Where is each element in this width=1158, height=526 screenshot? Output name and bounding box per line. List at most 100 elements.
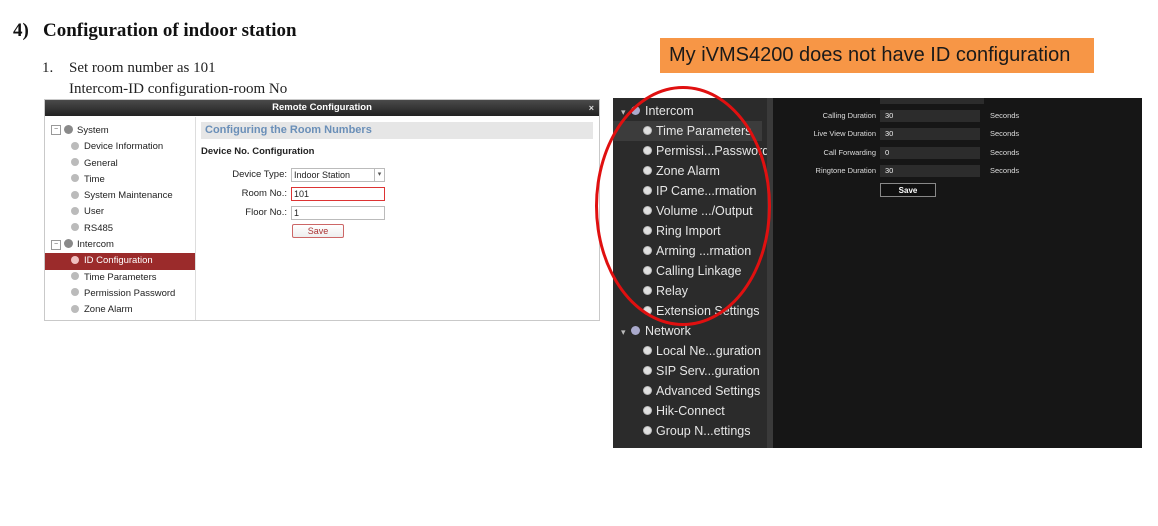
ringtone-duration-input[interactable]: 30 [880,165,980,177]
gear-icon [644,307,651,315]
tree-item-zone-alarm[interactable]: Zone Alarm [45,302,195,318]
tree-label: RS485 [84,222,114,234]
gear-icon [71,190,79,199]
gear-icon [71,288,79,297]
step-instruction: 1. Set room number as 101 Intercom-ID con… [42,58,287,100]
close-icon[interactable]: × [589,100,594,116]
tree-group-intercom[interactable]: − Intercom [45,237,195,253]
gear-icon [644,387,651,395]
gear-icon [644,227,651,235]
ringtone-duration-label: Ringtone Duration [815,166,876,175]
tree-label: Time [84,173,105,185]
gear-icon [644,427,651,435]
tree-item-hik-connect[interactable]: Hik-Connect [613,401,725,421]
tree-label: Zone Alarm [84,304,133,316]
live-view-duration-input[interactable]: 30 [880,128,980,140]
unit-label: Seconds [990,129,1020,138]
section-heading: 4) Configuration of indoor station [13,20,297,42]
room-no-input[interactable]: 101 [291,187,385,201]
tree-item-time-parameters[interactable]: Time Parameters [45,270,195,286]
gear-icon [71,141,79,150]
tree-label: Advanced Settings [656,384,761,398]
floor-no-label: Floor No.: [245,207,287,218]
tree-label: Relay [656,284,688,298]
tree-label: Intercom [645,104,694,118]
tree-label: Permissi...Password [656,144,770,158]
tree-group-system[interactable]: − System [45,123,195,139]
tree-item-sip-server-configuration[interactable]: SIP Serv...guration [613,361,760,381]
tree-item-arming-information[interactable]: Arming ...rmation [613,241,751,261]
tree-label: General [84,157,118,169]
tree-label: Intercom [77,239,114,251]
tree-label: Time Parameters [656,124,752,138]
ivms-config-tree: ▾ Intercom Time Parameters Permissi...Pas… [613,98,769,448]
gear-icon [71,158,79,167]
dialog-titlebar: Remote Configuration × [45,100,599,116]
tree-item-group-number-settings[interactable]: Group N...ettings [613,421,751,441]
collapse-icon[interactable]: − [51,125,61,136]
tree-item-time[interactable]: Time [45,172,195,188]
ivms4200-config-screen: ▾ Intercom Time Parameters Permissi...Pas… [613,98,1142,448]
tree-label: Group N...ettings [656,424,751,438]
remote-config-dialog: Remote Configuration × − System Device In… [44,99,600,321]
tree-item-extension-settings[interactable]: Extension Settings [613,301,760,321]
gear-icon [71,223,79,232]
call-forwarding-input[interactable]: 0 [880,147,980,159]
tree-item-permission-password[interactable]: Permissi...Password [613,141,769,161]
room-no-label: Room No.: [241,188,287,199]
tree-label: System Maintenance [84,190,173,202]
caret-down-icon[interactable]: ▾ [621,322,631,342]
gear-icon [644,187,651,195]
call-forwarding-label: Call Forwarding [823,148,876,157]
network-icon [631,326,640,336]
unit-label: Seconds [990,111,1020,120]
unit-label: Seconds [990,166,1020,175]
tree-item-id-configuration[interactable]: ID Configuration [45,253,195,270]
tree-label: Extension Settings [656,304,760,318]
caret-down-icon[interactable]: ▾ [621,102,631,122]
gear-icon [644,247,651,255]
tree-item-local-network-configuration[interactable]: Local Ne...guration [613,341,761,361]
tree-item-system-maintenance[interactable]: System Maintenance [45,188,195,204]
tree-item-time-parameters[interactable]: Time Parameters [613,121,762,141]
time-parameters-panel: Calling Duration 30 Seconds Live View Du… [773,98,1142,448]
tree-label: ID Configuration [84,255,153,267]
save-button[interactable]: Save [880,183,936,197]
tree-label: Permission Password [84,287,176,299]
gear-icon [644,407,651,415]
tree-item-zone-alarm[interactable]: Zone Alarm [613,161,720,181]
gear-icon [71,255,79,264]
collapse-icon[interactable]: − [51,239,61,250]
tree-item-relay[interactable]: Relay [613,281,688,301]
gear-icon [644,267,651,275]
tree-item-user[interactable]: User [45,204,195,220]
tree-item-volume-output[interactable]: Volume .../Output [613,201,753,221]
chevron-down-icon[interactable]: ▾ [374,169,384,181]
tree-item-permission-password[interactable]: Permission Password [45,286,195,302]
heading-number: 4) [13,20,29,41]
gear-icon [644,207,651,215]
tree-item-ip-camera-information[interactable]: IP Came...rmation [613,181,757,201]
partially-hidden-field[interactable] [880,98,984,104]
tree-item-general[interactable]: General [45,156,195,172]
device-type-value: Indoor Station [294,170,351,180]
gear-icon [71,304,79,313]
floor-no-input[interactable]: 1 [291,206,385,220]
live-view-duration-label: Live View Duration [813,129,876,138]
intercom-icon [631,106,640,116]
intercom-icon [64,239,73,249]
unit-label: Seconds [990,148,1020,157]
save-button[interactable]: Save [292,224,344,238]
tree-item-rs485[interactable]: RS485 [45,221,195,237]
tree-item-calling-linkage[interactable]: Calling Linkage [613,261,741,281]
calling-duration-input[interactable]: 30 [880,110,980,122]
tree-label: Zone Alarm [656,164,720,178]
tree-label: Time Parameters [84,271,157,283]
tree-item-advanced-settings[interactable]: Advanced Settings [613,381,760,401]
tree-group-intercom[interactable]: ▾ Intercom [613,101,694,121]
device-type-select[interactable]: Indoor Station ▾ [291,168,385,182]
tree-item-ring-import[interactable]: Ring Import [613,221,721,241]
tree-item-device-information[interactable]: Device Information [45,139,195,155]
tree-group-network[interactable]: ▾ Network [613,321,691,341]
tree-label: SIP Serv...guration [656,364,760,378]
